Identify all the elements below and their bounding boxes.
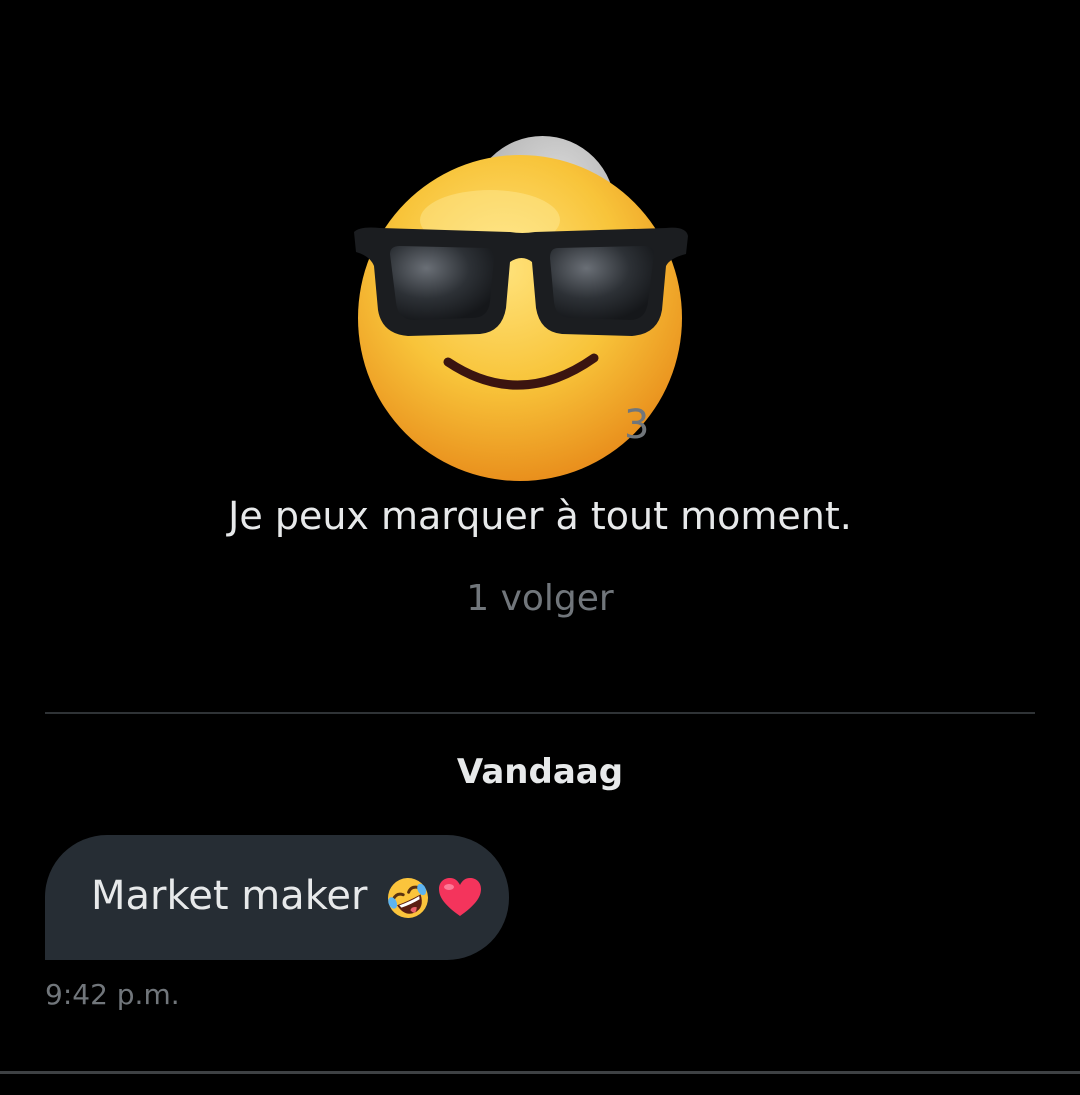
- message-body: Market maker: [91, 873, 368, 919]
- profile-handle: 3: [624, 402, 650, 448]
- date-separator: Vandaag: [456, 752, 624, 792]
- follower-count[interactable]: 1 volger: [0, 578, 1080, 619]
- rolling-on-the-floor-laughing-icon: [388, 878, 429, 918]
- message-bubble[interactable]: Market maker: [45, 835, 509, 960]
- composer-divider: [0, 1071, 1080, 1074]
- section-divider: [45, 712, 1035, 714]
- message-timestamp: 9:42 p.m.: [45, 978, 180, 1011]
- heart-icon: [439, 878, 482, 916]
- message-text: Market maker: [91, 873, 484, 922]
- profile-header: 3 Je peux marquer à tout moment. 1 volge…: [0, 0, 1080, 700]
- profile-bio: Je peux marquer à tout moment.: [228, 494, 852, 538]
